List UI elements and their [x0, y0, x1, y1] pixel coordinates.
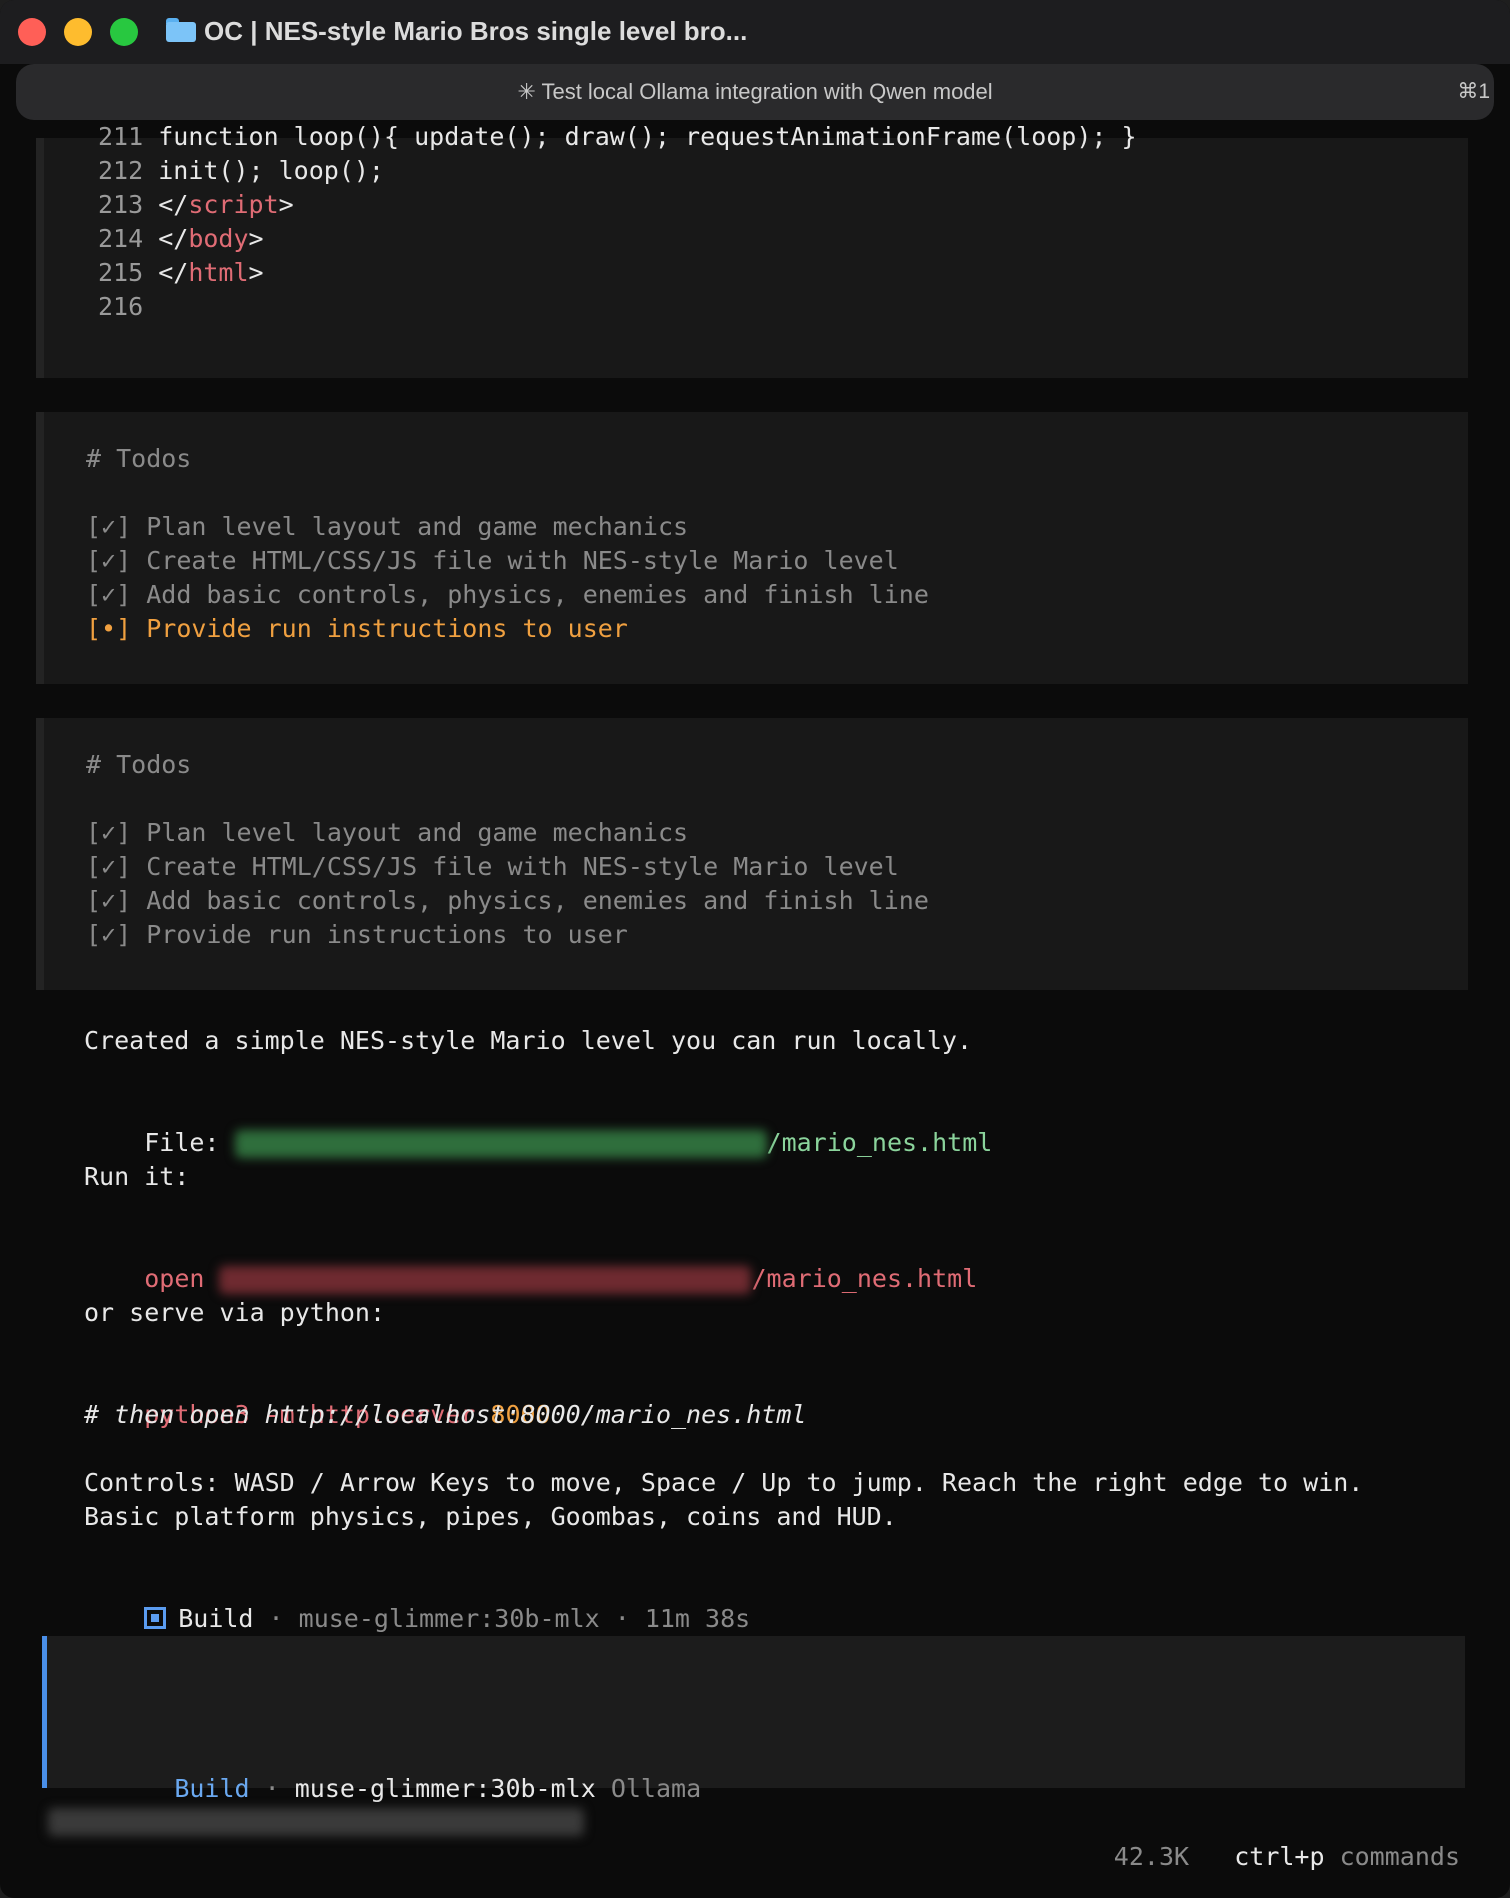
- todos-heading: # Todos: [86, 750, 192, 779]
- code-token: </: [158, 224, 189, 253]
- file-label: File:: [144, 1128, 235, 1157]
- todo-checkbox: [✓]: [86, 818, 132, 847]
- line-number: 212: [98, 156, 144, 185]
- code-token: </: [158, 190, 189, 219]
- line-number: 215: [98, 258, 144, 287]
- todo-item: [•] Provide run instructions to user: [86, 612, 628, 646]
- window-title: OC | NES-style Mario Bros single level b…: [204, 16, 748, 46]
- file-path-suffix[interactable]: /mario_nes.html: [767, 1128, 993, 1157]
- code-token: body: [188, 224, 249, 253]
- todo-item: [✓] Create HTML/CSS/JS file with NES-sty…: [86, 850, 899, 884]
- todo-checkbox: [✓]: [86, 886, 132, 915]
- line-number: 214: [98, 224, 144, 253]
- code-token: >: [248, 224, 264, 253]
- provider-label: Ollama: [595, 1774, 702, 1803]
- code-block: 211 function loop(){ update(); draw(); r…: [36, 122, 1468, 378]
- terminal-window: OC | NES-style Mario Bros single level b…: [0, 0, 1510, 1898]
- code-line: 213 </script>: [98, 188, 294, 222]
- zoom-window-button[interactable]: [110, 18, 138, 46]
- build-duration: 11m 38s: [644, 1604, 751, 1633]
- todo-item: [✓] Create HTML/CSS/JS file with NES-sty…: [86, 544, 899, 578]
- python-command: python3 -m http.server 8000: [84, 1364, 550, 1429]
- todo-item: [✓] Provide run instructions to user: [86, 918, 628, 952]
- code-token: html: [188, 258, 249, 287]
- code-line: 214 </body>: [98, 222, 264, 256]
- todo-block-1: # Todos [✓] Plan level layout and game m…: [36, 412, 1468, 684]
- build-status: Build · muse-glimmer:30b-mlx · 11m 38s: [84, 1568, 750, 1633]
- folder-icon: [166, 18, 196, 42]
- redacted-path: [219, 1266, 752, 1294]
- todo-text: Provide run instructions to user: [146, 614, 628, 643]
- mode-label[interactable]: Build: [174, 1774, 249, 1803]
- todo-text: Add basic controls, physics, enemies and…: [146, 886, 929, 915]
- commands-key[interactable]: ctrl+p: [1234, 1842, 1324, 1871]
- code-line: 212 init(); loop();: [98, 154, 384, 188]
- line-number: 211: [98, 122, 144, 151]
- redacted-path: [234, 1130, 767, 1158]
- todo-block-2: # Todos [✓] Plan level layout and game m…: [36, 718, 1468, 990]
- todo-text: Create HTML/CSS/JS file with NES-style M…: [146, 546, 899, 575]
- code-token: function loop(){ update(); draw(); reque…: [158, 122, 1137, 151]
- controls-text: Controls: WASD / Arrow Keys to move, Spa…: [84, 1468, 1364, 1497]
- code-line: 211 function loop(){ update(); draw(); r…: [98, 120, 1137, 154]
- tab-shortcut: ⌘1: [1457, 80, 1490, 103]
- line-number: 213: [98, 190, 144, 219]
- todo-item: [✓] Plan level layout and game mechanics: [86, 816, 688, 850]
- close-window-button[interactable]: [18, 18, 46, 46]
- todo-checkbox: [✓]: [86, 546, 132, 575]
- open-cmd: open: [144, 1264, 220, 1293]
- todo-checkbox: [•]: [86, 614, 132, 643]
- todo-checkbox: [✓]: [86, 580, 132, 609]
- code-line: 216: [98, 290, 158, 324]
- message-created: Created a simple NES-style Mario level y…: [84, 1026, 973, 1055]
- code-line: 215 </html>: [98, 256, 264, 290]
- token-count: 42.3K: [1113, 1842, 1190, 1871]
- minimize-window-button[interactable]: [64, 18, 92, 46]
- code-token: </: [158, 258, 189, 287]
- build-label: Build: [178, 1604, 254, 1633]
- todo-checkbox: [✓]: [86, 512, 132, 541]
- todo-text: Add basic controls, physics, enemies and…: [146, 580, 929, 609]
- model-label[interactable]: muse-glimmer:30b-mlx: [295, 1774, 596, 1803]
- todo-checkbox: [✓]: [86, 920, 132, 949]
- todo-item: [✓] Plan level layout and game mechanics: [86, 510, 688, 544]
- tab-title[interactable]: ✳ Test local Ollama integration with Qwe…: [0, 79, 1510, 105]
- code-token: script: [188, 190, 279, 219]
- todo-item: [✓] Add basic controls, physics, enemies…: [86, 578, 929, 612]
- run-label: Run it:: [84, 1162, 190, 1191]
- prompt-input[interactable]: Build · muse-glimmer:30b-mlx Ollama: [42, 1636, 1465, 1803]
- file-line: File: /mario_nes.html: [84, 1092, 992, 1158]
- line-number: 216: [98, 292, 144, 321]
- redacted-cwd: [48, 1808, 584, 1836]
- open-command: open /mario_nes.html: [84, 1228, 977, 1294]
- todo-text: Provide run instructions to user: [146, 920, 628, 949]
- build-model: muse-glimmer:30b-mlx: [298, 1604, 600, 1633]
- features-text: Basic platform physics, pipes, Goombas, …: [84, 1502, 897, 1531]
- build-square-icon: [144, 1607, 167, 1629]
- todos-heading: # Todos: [86, 444, 192, 473]
- todo-item: [✓] Add basic controls, physics, enemies…: [86, 884, 929, 918]
- todo-checkbox: [✓]: [86, 852, 132, 881]
- todo-text: Create HTML/CSS/JS file with NES-style M…: [146, 852, 899, 881]
- input-status: Build · muse-glimmer:30b-mlx Ollama: [174, 1774, 702, 1803]
- code-token: >: [248, 258, 264, 287]
- open-path-suffix: /mario_nes.html: [751, 1264, 978, 1293]
- todo-text: Plan level layout and game mechanics: [146, 512, 689, 541]
- footer-status: 42.3K ctrl+p commands: [1054, 1806, 1460, 1871]
- todo-text: Plan level layout and game mechanics: [146, 818, 689, 847]
- code-token: >: [278, 190, 294, 219]
- python-comment: # then open http://localhost:8000/mario_…: [84, 1400, 807, 1429]
- commands-label: commands: [1324, 1842, 1460, 1871]
- serve-label: or serve via python:: [84, 1298, 386, 1327]
- code-token: init(); loop();: [158, 156, 384, 185]
